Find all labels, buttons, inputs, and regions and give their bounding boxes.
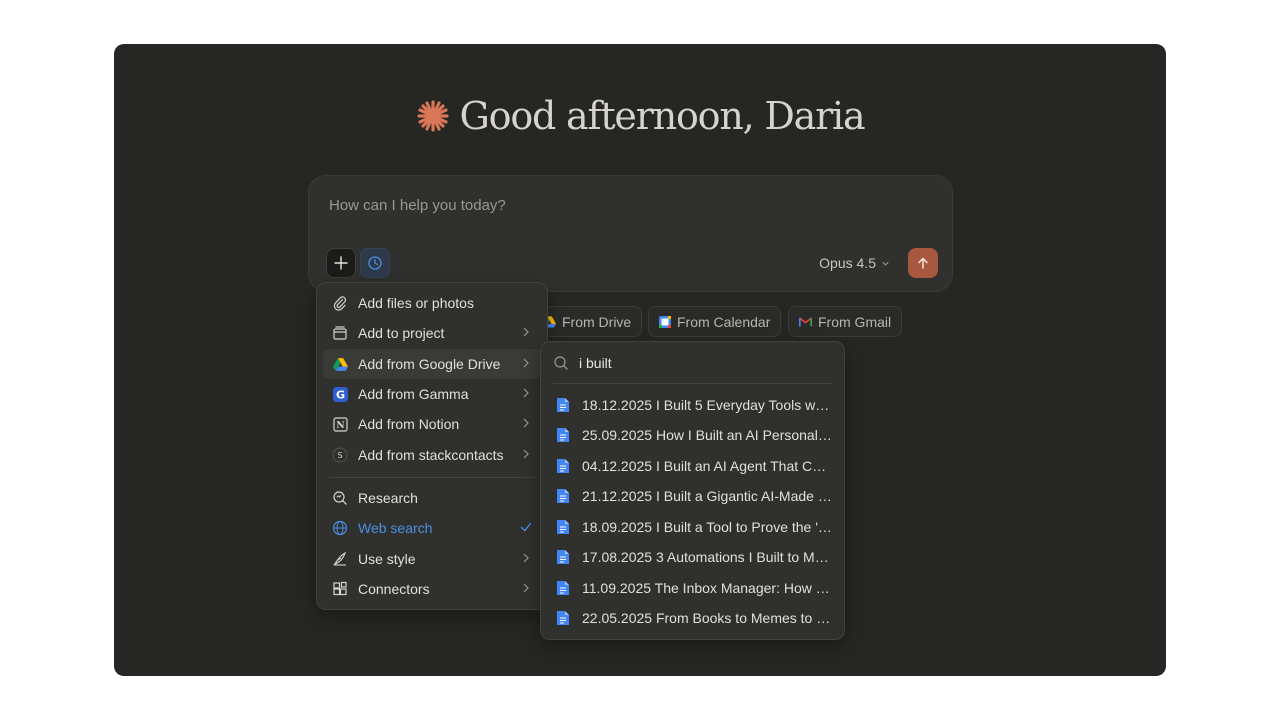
- menu-item-label: Add from Notion: [358, 416, 460, 432]
- chevron-right-icon: [523, 327, 529, 337]
- chevron-right-icon: [523, 418, 529, 428]
- menu-item-label: Web search: [358, 520, 433, 536]
- drive-result-item[interactable]: 17.08.2025 3 Automations I Built to Make: [547, 542, 838, 572]
- greeting-title: Good afternoon, Daria: [459, 94, 866, 138]
- drive-result-name: 22.05.2025 From Books to Memes to Mobile: [582, 610, 832, 626]
- drive-result-item[interactable]: 18.12.2025 I Built 5 Everyday Tools with…: [547, 390, 838, 420]
- menu-item-add-to-project[interactable]: Add to project: [323, 318, 541, 348]
- menu-item-add-from-stackcontacts[interactable]: S Add from stackcontacts: [323, 440, 541, 470]
- drive-search-input[interactable]: [579, 355, 819, 371]
- chevron-right-icon: [523, 388, 529, 398]
- gamma-icon: G: [332, 386, 348, 402]
- chevron-right-icon: [523, 449, 529, 459]
- chip-label: From Calendar: [677, 313, 771, 330]
- google-calendar-icon: [659, 315, 671, 328]
- claude-sparkle-icon: [416, 100, 449, 132]
- drive-result-item[interactable]: 04.12.2025 I Built an AI Agent That Chec…: [547, 451, 838, 481]
- menu-divider: [329, 477, 535, 478]
- drive-result-name: 18.12.2025 I Built 5 Everyday Tools with…: [582, 397, 832, 413]
- drive-result-name: 17.08.2025 3 Automations I Built to Make: [582, 549, 832, 565]
- menu-item-web-search[interactable]: Web search: [323, 513, 541, 543]
- menu-item-use-style[interactable]: Use style: [323, 544, 541, 574]
- model-name: Opus 4.5: [819, 255, 876, 271]
- stackcontacts-icon: S: [332, 447, 348, 463]
- chip-label: From Drive: [562, 313, 632, 330]
- google-doc-icon: [557, 428, 569, 442]
- google-doc-icon: [557, 459, 569, 473]
- svg-text:S: S: [337, 451, 342, 460]
- chevron-right-icon: [523, 358, 529, 368]
- drive-result-item[interactable]: 21.12.2025 I Built a Gigantic AI-Made Ca…: [547, 481, 838, 511]
- google-doc-icon: [557, 581, 569, 595]
- drive-result-name: 25.09.2025 How I Built an AI Personal As…: [582, 427, 832, 443]
- menu-item-label: Add from Gamma: [358, 386, 469, 402]
- menu-item-label: Add to project: [358, 325, 445, 341]
- add-content-button[interactable]: [326, 248, 356, 278]
- google-doc-icon: [557, 489, 569, 503]
- gmail-icon: [799, 316, 812, 326]
- drive-result-item[interactable]: 18.09.2025 I Built a Tool to Prove the '…: [547, 512, 838, 542]
- history-toggle-button[interactable]: [360, 248, 390, 278]
- chip-from-drive[interactable]: From Drive: [532, 306, 643, 337]
- app-window: Good afternoon, Daria How can I help you…: [114, 44, 1166, 676]
- drive-result-name: 21.12.2025 I Built a Gigantic AI-Made Ca…: [582, 488, 832, 504]
- drive-result-name: 04.12.2025 I Built an AI Agent That Chec…: [582, 458, 832, 474]
- add-content-menu: Add files or photos Add to project Add f…: [316, 282, 548, 610]
- prompt-placeholder[interactable]: How can I help you today?: [329, 197, 506, 214]
- drive-result-item[interactable]: 25.09.2025 How I Built an AI Personal As…: [547, 420, 838, 450]
- project-box-icon: [332, 325, 348, 341]
- menu-item-label: Use style: [358, 551, 416, 567]
- drive-result-name: 11.09.2025 The Inbox Manager: How I Buil…: [582, 580, 832, 596]
- globe-icon: [332, 520, 348, 536]
- search-icon: [554, 356, 568, 370]
- menu-item-label: Add from stackcontacts: [358, 447, 504, 463]
- chevron-right-icon: [523, 553, 529, 563]
- clock-icon: [368, 256, 382, 270]
- menu-item-label: Add files or photos: [358, 295, 474, 311]
- menu-item-label: Connectors: [358, 581, 430, 597]
- google-drive-search-panel: 18.12.2025 I Built 5 Everyday Tools with…: [540, 341, 845, 640]
- pen-nib-icon: [332, 551, 348, 567]
- research-icon: [332, 490, 348, 506]
- menu-item-add-files[interactable]: Add files or photos: [323, 288, 541, 318]
- model-selector[interactable]: Opus 4.5: [819, 255, 890, 271]
- menu-item-add-from-gamma[interactable]: G Add from Gamma: [323, 379, 541, 409]
- notion-icon: N: [332, 416, 348, 432]
- drive-result-item[interactable]: 22.05.2025 From Books to Memes to Mobile: [547, 603, 838, 633]
- chevron-right-icon: [523, 583, 529, 593]
- menu-item-connectors[interactable]: Connectors: [323, 574, 541, 604]
- menu-item-label: Research: [358, 490, 418, 506]
- search-divider: [553, 383, 832, 384]
- svg-text:G: G: [335, 388, 344, 401]
- checkmark-icon: [520, 522, 532, 532]
- google-drive-icon: [332, 356, 348, 372]
- chip-from-calendar[interactable]: From Calendar: [648, 306, 782, 337]
- arrow-up-icon: [918, 257, 928, 269]
- greeting: Good afternoon, Daria: [114, 94, 1166, 138]
- menu-item-label: Add from Google Drive: [358, 356, 501, 372]
- menu-item-add-from-google-drive[interactable]: Add from Google Drive: [323, 349, 541, 379]
- paperclip-icon: [332, 295, 348, 311]
- connectors-icon: [332, 581, 348, 597]
- menu-item-add-from-notion[interactable]: N Add from Notion: [323, 409, 541, 439]
- google-doc-icon: [557, 550, 569, 564]
- chevron-down-icon: [882, 261, 889, 266]
- google-doc-icon: [557, 520, 569, 534]
- send-button[interactable]: [908, 248, 938, 278]
- google-doc-icon: [557, 611, 569, 625]
- drive-result-item[interactable]: 11.09.2025 The Inbox Manager: How I Buil…: [547, 573, 838, 603]
- message-composer[interactable]: How can I help you today? Opus 4.5: [308, 175, 953, 292]
- chip-from-gmail[interactable]: From Gmail: [788, 306, 903, 337]
- drive-result-name: 18.09.2025 I Built a Tool to Prove the '…: [582, 519, 832, 535]
- drive-search-row[interactable]: [553, 348, 832, 378]
- menu-item-research[interactable]: Research: [323, 483, 541, 513]
- chip-label: From Gmail: [818, 313, 892, 330]
- plus-icon: [334, 256, 348, 270]
- svg-text:N: N: [336, 421, 344, 431]
- google-doc-icon: [557, 398, 569, 412]
